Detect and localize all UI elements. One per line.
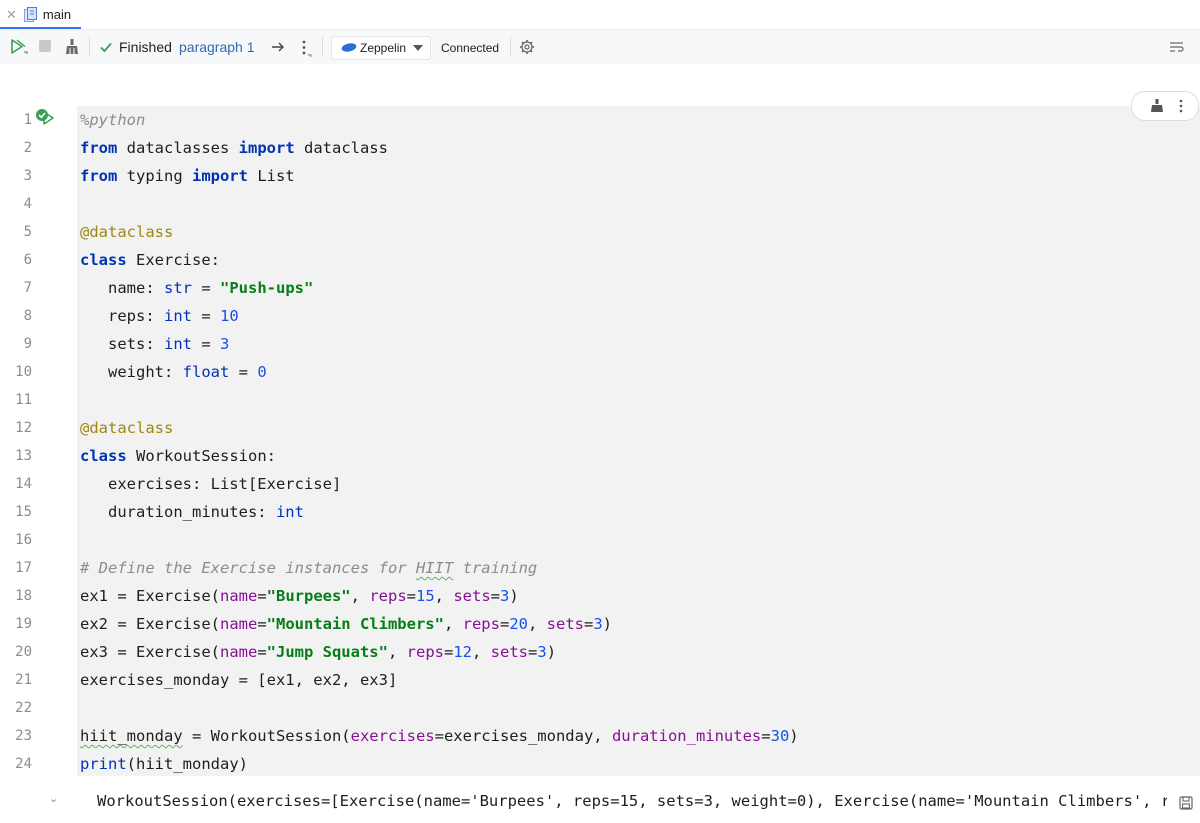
line-number: 3 [23,168,32,184]
more-options-icon[interactable] [298,38,314,58]
code-line[interactable]: weight: float = 0 [80,358,267,386]
code-line[interactable]: from typing import List [80,162,295,190]
line-number: 17 [15,560,32,576]
status-label: Finished [119,39,172,55]
code-line[interactable]: duration_minutes: int [80,498,304,526]
line-number: 5 [23,224,32,240]
code-line[interactable]: @dataclass [80,414,173,442]
save-icon[interactable] [1179,796,1193,810]
settings-button[interactable] [519,39,535,55]
editor-tab-bar: ✕ main [0,0,1200,29]
close-tab-icon[interactable]: ✕ [6,7,17,23]
line-number: 22 [15,700,32,716]
code-line[interactable]: class Exercise: [80,246,220,274]
line-number: 7 [23,280,32,296]
code-line[interactable]: exercises: List[Exercise] [80,470,341,498]
line-number: 18 [15,588,32,604]
gear-icon [520,40,534,54]
paragraph-more-button[interactable] [1178,97,1184,120]
code-line[interactable]: %python [80,106,145,134]
code-line[interactable]: from dataclasses import dataclass [80,134,388,162]
line-number: 9 [23,336,32,352]
code-line[interactable]: name: str = "Push-ups" [80,274,313,302]
line-number: 23 [15,728,32,744]
toolbar-divider [322,37,323,57]
code-line[interactable]: ex2 = Exercise(name="Mountain Climbers",… [80,610,612,638]
line-number: 1 [23,112,32,128]
line-number: 6 [23,252,32,268]
line-number: 14 [15,476,32,492]
more-vertical-icon [1179,99,1183,113]
broom-icon [1151,99,1163,112]
chevron-down-icon [413,45,423,51]
soft-wrap-button[interactable] [1168,40,1186,54]
paragraph-link[interactable]: paragraph 1 [179,39,255,55]
run-all-icon [11,39,28,54]
line-number: 2 [23,140,32,156]
line-number: 10 [15,364,32,380]
run-paragraph-button[interactable] [35,108,55,128]
stop-icon [39,40,51,52]
broom-icon [66,39,78,54]
clear-output-button[interactable] [64,38,80,56]
tab-label: main [42,7,72,22]
line-number: 24 [15,756,32,772]
arrow-right-icon[interactable] [270,40,286,54]
code-line[interactable]: reps: int = 10 [80,302,239,330]
run-success-icon [36,109,54,125]
line-number: 11 [15,392,32,408]
notebook-toolbar: Finished paragraph 1 Zeppelin Connected [0,29,1200,65]
connection-status: Connected [441,41,500,55]
tab-main[interactable]: ✕ main [0,0,79,29]
stop-button[interactable] [38,39,52,53]
output-text: WorkoutSession(exercises=[Exercise(name=… [97,792,1167,810]
soft-wrap-icon [1170,42,1184,52]
code-line[interactable]: # Define the Exercise instances for HIIT… [80,554,537,582]
notebook-editor: 1 %python 2 from dataclasses import datacla… [0,64,1200,823]
paragraph-actions [1131,91,1199,121]
line-number: 15 [15,504,32,520]
zeppelin-icon [341,43,357,52]
code-line[interactable]: ex3 = Exercise(name="Jump Squats", reps=… [80,638,556,666]
line-number: 12 [15,420,32,436]
code-line[interactable]: print(hiit_monday) [80,750,248,778]
interpreter-select[interactable]: Zeppelin [331,36,431,60]
notebook-file-icon [23,7,37,22]
code-line[interactable]: exercises_monday = [ex1, ex2, ex3] [80,666,397,694]
code-line[interactable]: class WorkoutSession: [80,442,276,470]
line-number: 19 [15,616,32,632]
line-number: 20 [15,644,32,660]
run-all-button[interactable] [9,38,29,56]
paragraph-output: ⌄ WorkoutSession(exercises=[Exercise(nam… [0,776,1200,823]
code-line[interactable]: @dataclass [80,218,173,246]
chevron-down-icon[interactable]: ⌄ [49,792,58,805]
toolbar-divider [510,37,511,57]
line-number: 16 [15,532,32,548]
line-number: 4 [23,196,32,212]
toolbar-divider [89,37,90,57]
code-line[interactable]: ex1 = Exercise(name="Burpees", reps=15, … [80,582,519,610]
line-number: 8 [23,308,32,324]
interpreter-label: Zeppelin [360,41,407,55]
code-line[interactable]: hiit_monday = WorkoutSession(exercises=e… [80,722,799,750]
code-line[interactable]: sets: int = 3 [80,330,229,358]
clear-paragraph-button[interactable] [1150,98,1164,119]
line-number: 21 [15,672,32,688]
checkmark-icon [99,40,113,54]
line-number: 13 [15,448,32,464]
